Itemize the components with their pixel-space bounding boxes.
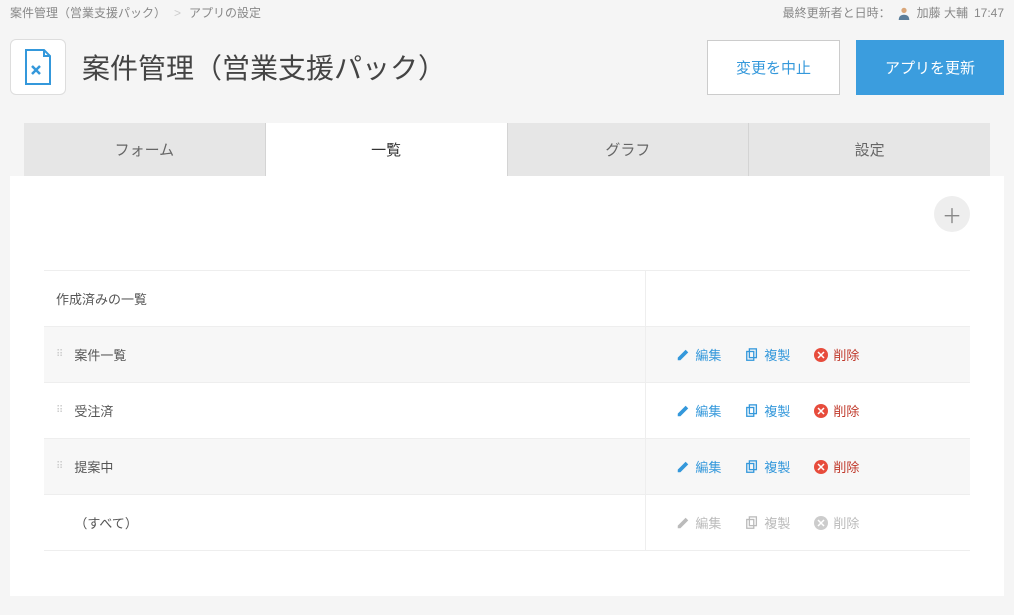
last-update-info: 最終更新者と日時： 加藤 大輔 17:47 [783, 4, 1004, 21]
tab-list[interactable]: 一覧 [266, 123, 508, 176]
delete-icon [814, 460, 828, 474]
page-title: 案件管理（営業支援パック） [82, 47, 691, 87]
tab-form[interactable]: フォーム [24, 123, 266, 176]
delete-button: 削除 [814, 513, 859, 532]
last-update-user: 加藤 大輔 [917, 4, 968, 21]
edit-button: 編集 [676, 513, 721, 532]
breadcrumb-app-link[interactable]: 案件管理（営業支援パック） [10, 4, 166, 21]
breadcrumb-current: アプリの設定 [189, 4, 261, 21]
table-row: ⠿ 提案中 編集 複製 削除 [44, 439, 970, 495]
delete-button[interactable]: 削除 [814, 401, 859, 420]
breadcrumb: 案件管理（営業支援パック） > アプリの設定 [10, 4, 261, 21]
drag-handle-icon[interactable]: ⠿ [56, 406, 64, 416]
cancel-button[interactable]: 変更を中止 [707, 40, 840, 95]
update-button[interactable]: アプリを更新 [856, 40, 1004, 95]
app-icon [10, 39, 66, 95]
table-row: ⠿ 案件一覧 編集 複製 削除 [44, 327, 970, 383]
table-row: ⠿ 受注済 編集 複製 削除 [44, 383, 970, 439]
copy-icon [745, 516, 759, 530]
view-name: 案件一覧 [74, 345, 126, 364]
view-name: （すべて） [74, 513, 138, 532]
breadcrumb-separator: > [174, 6, 181, 20]
copy-icon [745, 460, 759, 474]
table-row: ⠿ （すべて） 編集 複製 削除 [44, 495, 970, 551]
edit-button[interactable]: 編集 [676, 401, 721, 420]
copy-icon [745, 348, 759, 362]
tab-settings[interactable]: 設定 [749, 123, 990, 176]
copy-button[interactable]: 複製 [745, 401, 790, 420]
add-button[interactable]: ＋ [934, 196, 970, 232]
copy-icon [745, 404, 759, 418]
pencil-icon [676, 404, 690, 418]
edit-button[interactable]: 編集 [676, 345, 721, 364]
pencil-icon [676, 348, 690, 362]
avatar-icon [897, 6, 911, 20]
tab-bar: フォーム 一覧 グラフ 設定 [24, 123, 990, 176]
tab-graph[interactable]: グラフ [508, 123, 750, 176]
list-header-actions [646, 271, 970, 327]
drag-handle-icon[interactable]: ⠿ [56, 462, 64, 472]
copy-button: 複製 [745, 513, 790, 532]
delete-button[interactable]: 削除 [814, 345, 859, 364]
delete-icon [814, 348, 828, 362]
view-name: 提案中 [74, 457, 113, 476]
view-name: 受注済 [74, 401, 113, 420]
last-update-label: 最終更新者と日時： [783, 4, 891, 21]
drag-handle-icon[interactable]: ⠿ [56, 350, 64, 360]
delete-icon [814, 516, 828, 530]
delete-button[interactable]: 削除 [814, 457, 859, 476]
list-header-name: 作成済みの一覧 [44, 271, 646, 327]
copy-button[interactable]: 複製 [745, 345, 790, 364]
pencil-icon [676, 516, 690, 530]
plus-icon: ＋ [942, 200, 962, 229]
delete-icon [814, 404, 828, 418]
pencil-icon [676, 460, 690, 474]
edit-button[interactable]: 編集 [676, 457, 721, 476]
view-list-table: 作成済みの一覧 ⠿ 案件一覧 編集 複製 [44, 270, 970, 551]
copy-button[interactable]: 複製 [745, 457, 790, 476]
last-update-time: 17:47 [974, 6, 1004, 20]
